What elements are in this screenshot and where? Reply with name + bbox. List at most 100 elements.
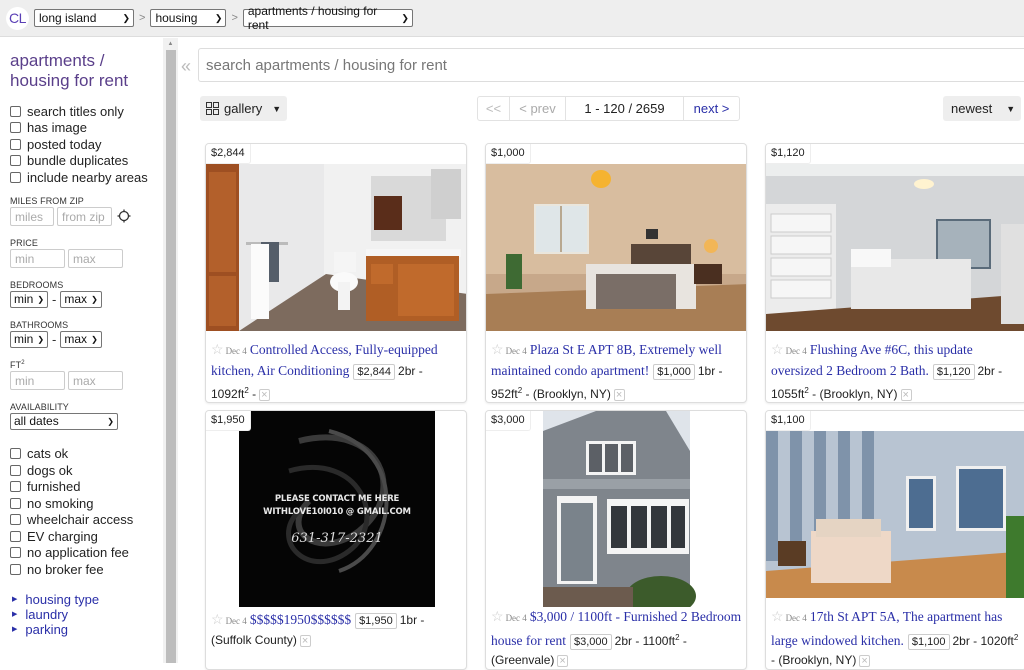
category-select[interactable]: housing ❯: [150, 9, 227, 27]
listing-photo[interactable]: [206, 164, 466, 331]
listing-price: $1,100: [907, 634, 950, 650]
prev-page-button[interactable]: < prev: [510, 97, 566, 120]
craigslist-logo[interactable]: CL: [6, 6, 29, 30]
option-furnished[interactable]: furnished: [10, 479, 163, 496]
details-sup: 2: [1013, 633, 1019, 642]
favorite-star-icon[interactable]: ☆: [491, 341, 504, 357]
hide-listing-icon[interactable]: [259, 386, 271, 402]
miles-input[interactable]: miles: [10, 206, 54, 226]
scroll-thumb[interactable]: [166, 50, 176, 663]
bathrooms-min-select[interactable]: min ❯: [10, 330, 49, 348]
option-bundle-duplicates[interactable]: bundle duplicates: [10, 153, 163, 170]
price-tag: $3,000: [486, 411, 531, 431]
option-dogs-ok[interactable]: dogs ok: [10, 462, 163, 479]
area-select[interactable]: long island ❯: [34, 9, 134, 27]
next-page-button[interactable]: next >: [684, 97, 739, 120]
image-text-line: PLEASE CONTACT ME HERE: [274, 494, 400, 504]
listing-photo[interactable]: [486, 164, 746, 331]
option-no-application-fee[interactable]: no application fee: [10, 545, 163, 562]
listing-photo[interactable]: [766, 431, 1024, 598]
sqft-max-input[interactable]: max: [68, 370, 123, 390]
listing-date: Dec 4: [225, 616, 247, 626]
checkbox[interactable]: [10, 530, 21, 542]
price-max-input[interactable]: max: [68, 248, 123, 268]
checkbox[interactable]: [10, 464, 21, 476]
checkbox[interactable]: [10, 563, 21, 575]
collapse-sidebar-icon[interactable]: «: [181, 56, 191, 77]
hide-listing-icon[interactable]: [613, 386, 625, 402]
amenity-options: cats ok dogs ok furnished no smoking whe…: [10, 446, 163, 578]
option-wheelchair-access[interactable]: wheelchair access: [10, 512, 163, 529]
chevron-down-icon: ❯: [37, 334, 45, 344]
option-ev-charging[interactable]: EV charging: [10, 528, 163, 545]
listing-card[interactable]: $2,844 ☆ Dec 4 Controlled Access, Fully-eq…: [205, 143, 467, 403]
checkbox[interactable]: [10, 481, 21, 493]
listing-card[interactable]: $1,120 ☆ Dec 4 Flushing Ave #6C, this upda…: [765, 143, 1024, 403]
checkbox[interactable]: [10, 122, 21, 134]
option-include-nearby[interactable]: include nearby areas: [10, 169, 163, 186]
listing-photo[interactable]: [486, 411, 746, 607]
link-parking[interactable]: ▶ parking: [10, 622, 163, 637]
link-housing-type[interactable]: ▶ housing type: [10, 592, 163, 607]
checkbox[interactable]: [10, 171, 21, 183]
option-label: no smoking: [27, 495, 94, 511]
price-min-input[interactable]: min: [10, 248, 65, 268]
listing-photo[interactable]: [766, 164, 1024, 331]
chevron-down-icon: ❯: [37, 294, 45, 304]
listing-details: 1br -: [399, 613, 425, 627]
checkbox[interactable]: [10, 448, 21, 460]
option-label: EV charging: [27, 528, 98, 544]
option-posted-today[interactable]: posted today: [10, 136, 163, 153]
hide-listing-icon[interactable]: [900, 386, 912, 402]
sort-button[interactable]: newest ▼: [943, 96, 1021, 121]
hide-listing-icon[interactable]: [859, 652, 871, 669]
availability-select[interactable]: all dates ❯: [10, 412, 118, 430]
bathrooms-max-select[interactable]: max ❯: [60, 330, 102, 348]
favorite-star-icon[interactable]: ☆: [771, 341, 784, 357]
expandable-filters: ▶ housing type ▶ laundry ▶ parking: [10, 592, 163, 637]
option-has-image[interactable]: has image: [10, 120, 163, 137]
checkbox[interactable]: [10, 514, 21, 526]
sqft-min-input[interactable]: min: [10, 370, 65, 390]
hide-listing-icon[interactable]: [299, 632, 311, 651]
option-search-titles-only[interactable]: search titles only: [10, 103, 163, 120]
zip-input[interactable]: from zip: [57, 206, 112, 226]
option-no-broker-fee[interactable]: no broker fee: [10, 561, 163, 578]
subcategory-select[interactable]: apartments / housing for rent ❯: [242, 4, 413, 32]
range-dash: -: [52, 331, 57, 347]
listing-photo[interactable]: PLEASE CONTACT ME HERE WITHLOVE10I010 @ …: [206, 411, 466, 607]
listing-location: - (Brooklyn, NY): [771, 653, 857, 667]
option-no-smoking[interactable]: no smoking: [10, 495, 163, 512]
view-mode-button[interactable]: gallery ▼: [200, 96, 287, 121]
triangle-right-icon: ▶: [12, 596, 18, 603]
grid-icon: [206, 102, 219, 115]
select-value: all dates: [14, 414, 59, 428]
search-input[interactable]: search apartments / housing for rent: [198, 48, 1024, 82]
link-laundry[interactable]: ▶ laundry: [10, 607, 163, 622]
favorite-star-icon[interactable]: ☆: [491, 608, 504, 624]
checkbox[interactable]: [10, 105, 21, 117]
scroll-up-arrow-icon[interactable]: ▲: [163, 38, 178, 50]
favorite-star-icon[interactable]: ☆: [211, 611, 224, 627]
option-label: include nearby areas: [27, 169, 148, 185]
favorite-star-icon[interactable]: ☆: [771, 608, 784, 624]
sidebar-scrollbar[interactable]: ▲: [163, 38, 178, 663]
checkbox[interactable]: [10, 138, 21, 150]
listing-card[interactable]: $1,950 PLEASE CONTACT ME HERE WITHLOVE10…: [205, 410, 467, 670]
listing-price: $2,844: [353, 364, 396, 380]
checkbox[interactable]: [10, 155, 21, 167]
listing-title[interactable]: $$$$$1950$$$$$$: [250, 612, 351, 627]
option-cats-ok[interactable]: cats ok: [10, 446, 163, 463]
listing-card[interactable]: $1,000 ☆ Dec 4 Plaza St E APT 8B, Extremel…: [485, 143, 747, 403]
first-page-button[interactable]: <<: [478, 97, 510, 120]
listing-info: ☆ Dec 4 Flushing Ave #6C, this update over…: [771, 340, 1022, 402]
listing-card[interactable]: $3,000 ☆ Dec 4 $3,000 / 1100ft - Furnished…: [485, 410, 747, 670]
checkbox[interactable]: [10, 497, 21, 509]
listing-card[interactable]: $1,100 ☆ Dec 4 17th St APT 5A, The apartme…: [765, 410, 1024, 670]
locate-icon[interactable]: [117, 209, 131, 223]
bedrooms-max-select[interactable]: max ❯: [60, 290, 102, 308]
bedrooms-min-select[interactable]: min ❯: [10, 290, 49, 308]
hide-listing-icon[interactable]: [557, 652, 569, 669]
favorite-star-icon[interactable]: ☆: [211, 341, 224, 357]
checkbox[interactable]: [10, 547, 21, 559]
